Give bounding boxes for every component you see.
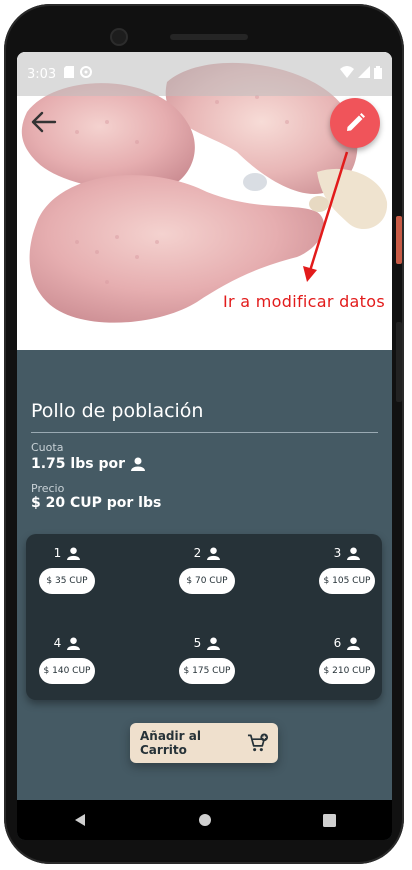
person-icon: [67, 546, 81, 560]
sd-card-icon: [64, 66, 75, 82]
app-screen: 3:03 Ir a modificar datos Pollo de pobla…: [17, 52, 392, 840]
volume-button: [396, 322, 402, 402]
system-nav-bar: [17, 800, 392, 840]
square-recents-icon: [323, 813, 336, 827]
add-to-cart-label: Añadir al Carrito: [140, 729, 201, 757]
status-time: 3:03: [27, 66, 57, 82]
person-icon: [207, 636, 221, 650]
add-cart-icon: [247, 733, 268, 752]
cuota-text: 1.75 lbs por: [31, 456, 125, 472]
precio-value: $ 20 CUP por lbs: [31, 495, 162, 511]
person-icon: [347, 636, 361, 650]
arrow-left-icon: [31, 111, 57, 133]
edit-button[interactable]: [330, 98, 380, 148]
price-pill[interactable]: $ 175 CUP: [179, 658, 235, 684]
quantity-option: 2 $ 70 CUP: [172, 544, 242, 594]
product-title: Pollo de población: [31, 400, 204, 422]
price-pill[interactable]: $ 210 CUP: [319, 658, 375, 684]
power-button: [396, 216, 402, 264]
signal-icon: [358, 66, 370, 82]
circle-home-icon: [198, 814, 211, 826]
quantity-option: 3 $ 105 CUP: [312, 544, 382, 594]
pencil-icon: [347, 113, 365, 131]
nav-home-button[interactable]: [185, 800, 225, 840]
price-pill[interactable]: $ 140 CUP: [39, 658, 95, 684]
battery-icon: [374, 65, 382, 83]
sync-icon: [80, 66, 93, 82]
quantity-option: 1 $ 35 CUP: [32, 544, 102, 594]
status-bar: 3:03: [17, 52, 392, 96]
quantity-number: 3: [333, 546, 342, 560]
add-to-cart-button[interactable]: Añadir al Carrito: [130, 723, 278, 763]
front-camera: [112, 30, 126, 44]
triangle-back-icon: [74, 814, 85, 826]
price-pill[interactable]: $ 70 CUP: [179, 568, 235, 594]
nav-recents-button[interactable]: [310, 800, 350, 840]
quantity-grid: 1 $ 35 CUP 2 $ 70 CUP 3 $ 105 CUP 4 $ 14…: [26, 534, 382, 700]
person-icon: [207, 546, 221, 560]
cuota-label: Cuota: [31, 441, 64, 454]
price-pill[interactable]: $ 35 CUP: [39, 568, 95, 594]
quantity-number: 4: [53, 636, 62, 650]
quantity-number: 1: [53, 546, 62, 560]
cuota-value: 1.75 lbs por: [31, 456, 145, 472]
earpiece-speaker: [170, 34, 248, 40]
quantity-option: 6 $ 210 CUP: [312, 634, 382, 684]
person-icon: [131, 457, 145, 471]
person-icon: [347, 546, 361, 560]
wifi-icon: [340, 66, 354, 82]
quantity-number: 2: [193, 546, 202, 560]
price-pill[interactable]: $ 105 CUP: [319, 568, 375, 594]
product-image: 3:03 Ir a modificar datos: [17, 52, 392, 350]
precio-label: Precio: [31, 482, 65, 495]
quantity-option: 5 $ 175 CUP: [172, 634, 242, 684]
title-divider: [31, 432, 378, 433]
person-icon: [67, 636, 81, 650]
quantity-number: 6: [333, 636, 342, 650]
nav-back-button[interactable]: [60, 800, 100, 840]
annotation-label: Ir a modificar datos: [223, 292, 385, 311]
quantity-option: 4 $ 140 CUP: [32, 634, 102, 684]
back-button[interactable]: [29, 110, 59, 134]
quantity-number: 5: [193, 636, 202, 650]
